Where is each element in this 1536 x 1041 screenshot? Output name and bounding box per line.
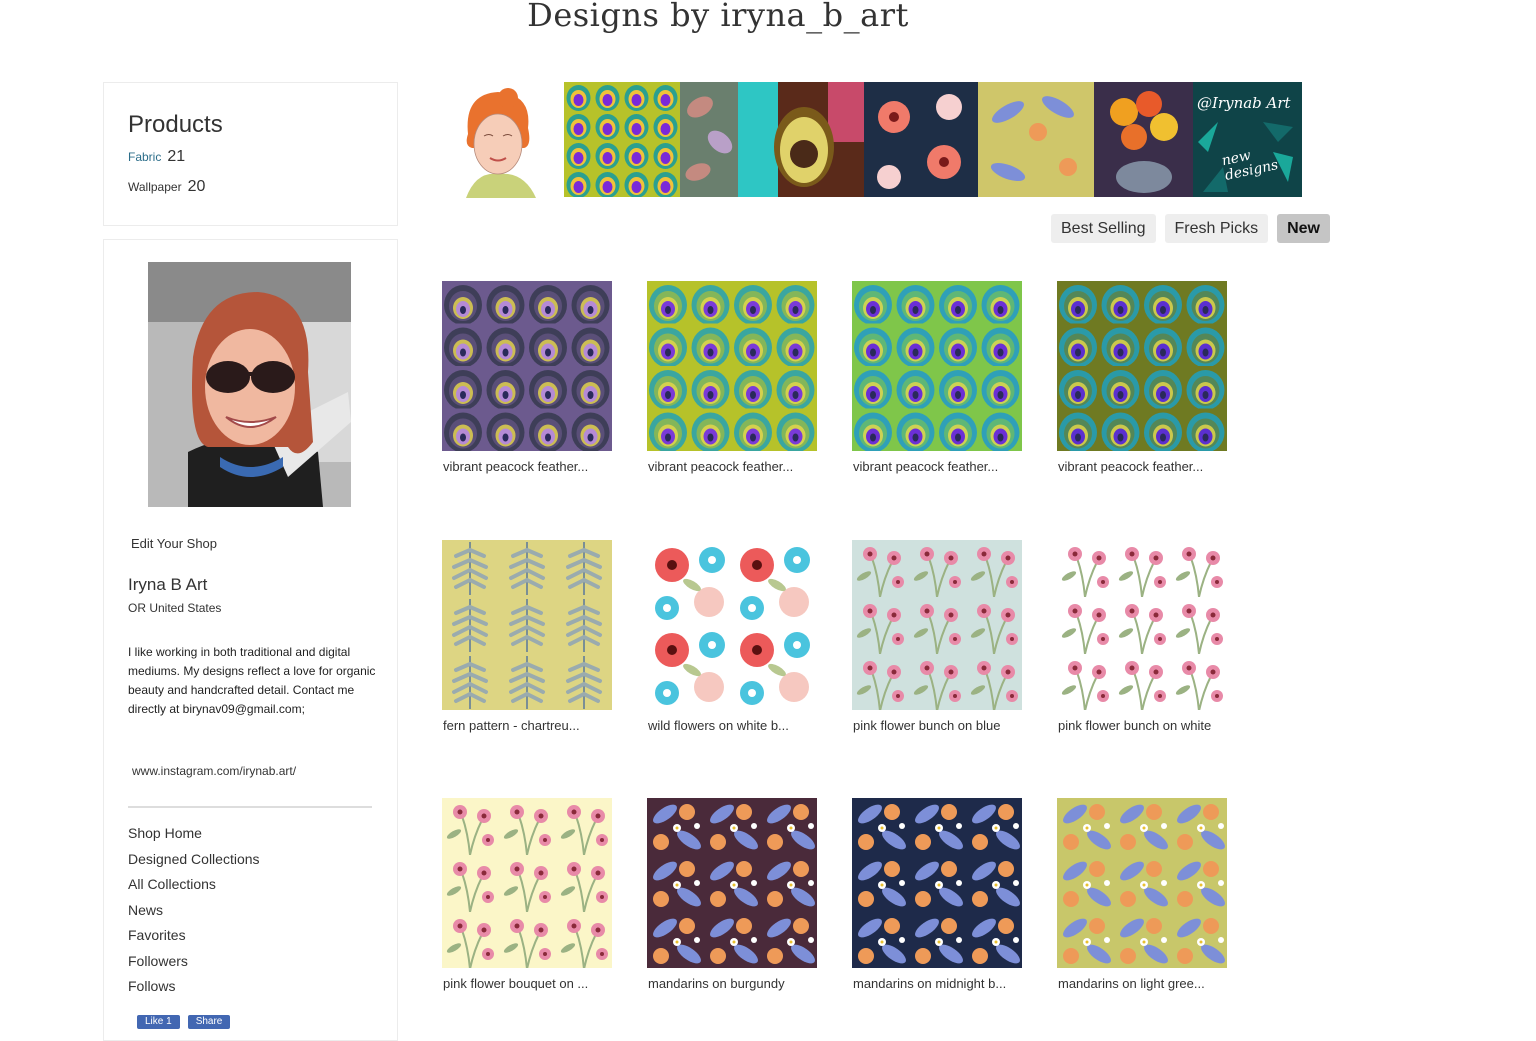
design-title[interactable]: vibrant peacock feather... (647, 459, 817, 474)
design-card[interactable]: vibrant peacock feather... (442, 281, 612, 474)
page-title: Designs by iryna_b_art (527, 0, 909, 34)
collection-banner: @Irynab Art new designs (564, 82, 1302, 197)
social-buttons: Like 1 Share (137, 1011, 238, 1029)
banner-roses-tile (1094, 82, 1193, 197)
tab-new[interactable]: New (1277, 214, 1330, 243)
design-card[interactable]: wild flowers on white b... (647, 540, 817, 733)
design-card[interactable]: mandarins on burgundy (647, 798, 817, 991)
design-title[interactable]: vibrant peacock feather... (1057, 459, 1227, 474)
banner-leaf-tile (680, 82, 738, 197)
sort-tabs: Best Selling Fresh Picks New (1051, 214, 1330, 243)
design-card[interactable]: pink flower bouquet on ... (442, 798, 612, 991)
product-wallpaper[interactable]: Wallpaper 20 (128, 178, 205, 196)
shop-name: Iryna B Art (128, 575, 208, 594)
nav-favorites[interactable]: Favorites (128, 925, 260, 951)
banner-peacock-tile (564, 82, 680, 197)
design-title[interactable]: vibrant peacock feather... (442, 459, 612, 474)
products-heading: Products (128, 111, 223, 138)
banner-mandarin-tile (978, 82, 1094, 197)
design-thumbnail[interactable] (852, 798, 1022, 968)
product-fabric-label[interactable]: Fabric (128, 150, 161, 164)
banner-new-designs-tile: @Irynab Art new designs (1193, 82, 1302, 197)
nav-followers[interactable]: Followers (128, 951, 260, 977)
facebook-share-button[interactable]: Share (187, 1015, 231, 1029)
design-thumbnail[interactable] (442, 281, 612, 451)
nav-all-collections[interactable]: All Collections (128, 874, 260, 900)
nav-news[interactable]: News (128, 900, 260, 926)
design-title[interactable]: mandarins on light gree... (1057, 976, 1227, 991)
product-wallpaper-label[interactable]: Wallpaper (128, 180, 182, 194)
design-card[interactable]: pink flower bunch on blue (852, 540, 1022, 733)
shop-bio: I like working in both traditional and d… (128, 645, 376, 716)
design-thumbnail[interactable] (1057, 540, 1227, 710)
design-thumbnail[interactable] (442, 798, 612, 968)
design-title[interactable]: vibrant peacock feather... (852, 459, 1022, 474)
design-thumbnail[interactable] (442, 540, 612, 710)
design-card[interactable]: vibrant peacock feather... (647, 281, 817, 474)
design-title[interactable]: pink flower bunch on white (1057, 718, 1227, 733)
design-thumbnail[interactable] (647, 540, 817, 710)
shop-nav: Shop Home Designed Collections All Colle… (128, 823, 260, 1002)
design-thumbnail[interactable] (1057, 281, 1227, 451)
design-card[interactable]: mandarins on light gree... (1057, 798, 1227, 991)
design-title[interactable]: mandarins on midnight b... (852, 976, 1022, 991)
products-panel: Products Fabric 21 Wallpaper 20 (103, 82, 398, 226)
design-card[interactable]: mandarins on midnight b... (852, 798, 1022, 991)
shop-location: OR United States (128, 601, 222, 615)
design-thumbnail[interactable] (647, 798, 817, 968)
design-card[interactable]: fern pattern - chartreu... (442, 540, 612, 733)
design-title[interactable]: fern pattern - chartreu... (442, 718, 612, 733)
design-thumbnail[interactable] (852, 540, 1022, 710)
profile-panel: Edit Your Shop Iryna B Art OR United Sta… (103, 239, 398, 1041)
design-title[interactable]: pink flower bouquet on ... (442, 976, 612, 991)
banner-wildflower-tile (864, 82, 978, 197)
design-card[interactable]: vibrant peacock feather... (852, 281, 1022, 474)
nav-shop-home[interactable]: Shop Home (128, 823, 260, 849)
sidebar-divider (128, 806, 372, 808)
banner-sign-text: @Irynab Art (1197, 94, 1291, 112)
profile-photo (148, 262, 351, 507)
design-title[interactable]: pink flower bunch on blue (852, 718, 1022, 733)
design-thumbnail[interactable] (852, 281, 1022, 451)
product-wallpaper-count: 20 (187, 178, 206, 195)
design-thumbnail[interactable] (1057, 798, 1227, 968)
design-title[interactable]: wild flowers on white b... (647, 718, 817, 733)
nav-designed-collections[interactable]: Designed Collections (128, 849, 260, 875)
edit-shop-link[interactable]: Edit Your Shop (131, 536, 217, 551)
design-card[interactable]: pink flower bunch on white (1057, 540, 1227, 733)
facebook-like-button[interactable]: Like 1 (137, 1015, 180, 1029)
design-title[interactable]: mandarins on burgundy (647, 976, 817, 991)
banner-avocado-tile (738, 82, 864, 197)
product-fabric[interactable]: Fabric 21 (128, 148, 185, 166)
shop-avatar (446, 86, 550, 198)
tab-best-selling[interactable]: Best Selling (1051, 214, 1156, 243)
tab-fresh-picks[interactable]: Fresh Picks (1164, 214, 1269, 243)
instagram-link[interactable]: www.instagram.com/irynab.art/ (132, 764, 296, 778)
product-fabric-count: 21 (167, 148, 186, 165)
design-thumbnail[interactable] (647, 281, 817, 451)
nav-follows[interactable]: Follows (128, 976, 260, 1002)
design-card[interactable]: vibrant peacock feather... (1057, 281, 1227, 474)
